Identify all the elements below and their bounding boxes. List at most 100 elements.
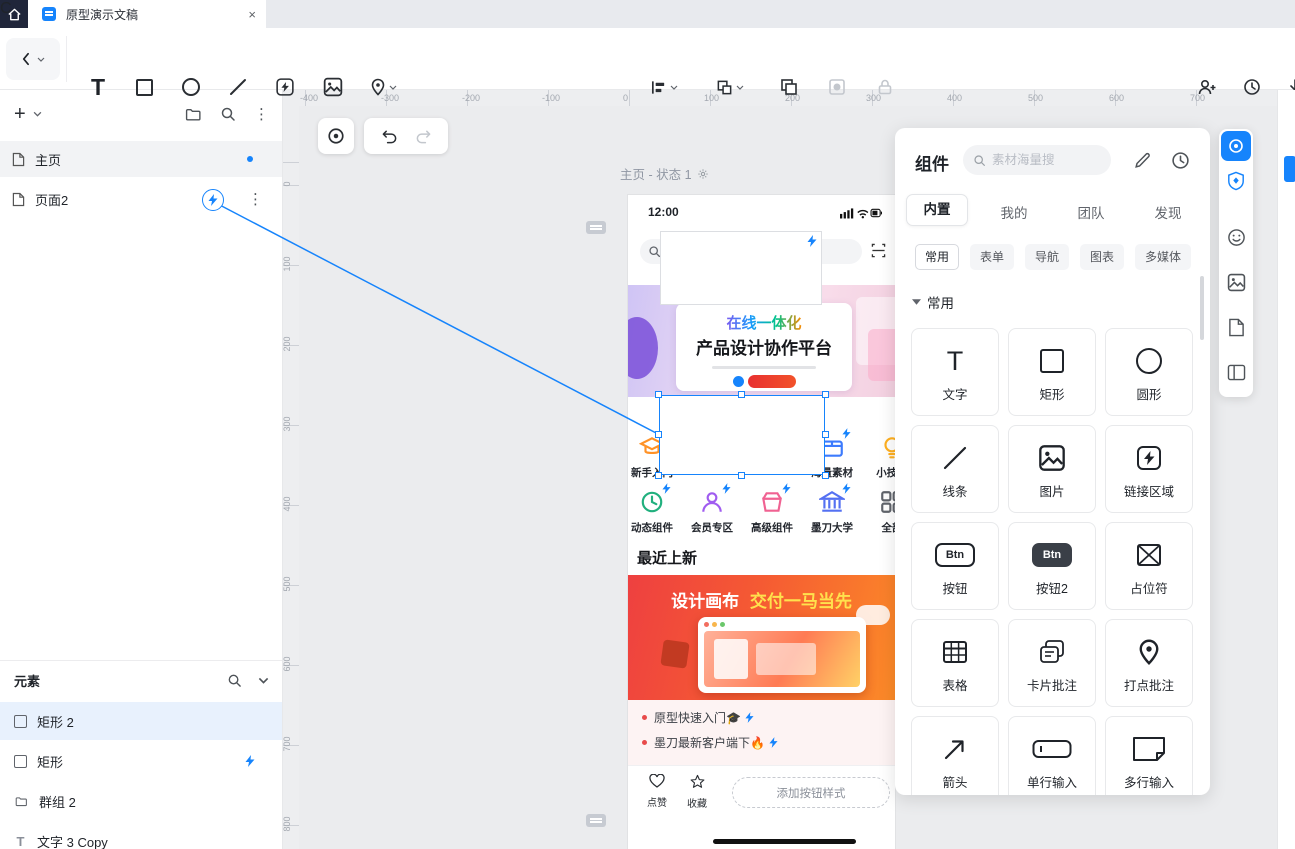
component-card-line[interactable]: 线条 [911, 425, 999, 513]
chip-common[interactable]: 常用 [915, 244, 960, 270]
components-search-input[interactable] [992, 153, 1092, 167]
lock-tool[interactable] [866, 68, 904, 106]
component-card-button2[interactable]: Btn 按钮2 [1008, 522, 1096, 610]
resize-handle-s[interactable] [738, 472, 745, 479]
component-card-card-note[interactable]: 卡片批注 [1008, 619, 1096, 707]
phone-app-item[interactable]: 全部 [864, 487, 895, 535]
kebab-menu-icon[interactable]: ⋮ [254, 105, 269, 123]
component-card-pin-note[interactable]: 打点批注 [1105, 619, 1193, 707]
history-icon[interactable] [1171, 151, 1190, 170]
search-icon[interactable] [227, 673, 242, 688]
chip-media[interactable]: 多媒体 [1135, 244, 1192, 270]
component-card-rectangle[interactable]: 矩形 [1008, 328, 1096, 416]
tab-discover[interactable]: 发现 [1137, 202, 1199, 222]
folder-icon[interactable] [185, 106, 202, 123]
tab-builtin[interactable]: 内置 [906, 194, 968, 226]
favorite-button[interactable]: 收藏 [680, 774, 714, 810]
chevron-down-icon[interactable] [33, 111, 42, 117]
resize-handle-se[interactable] [822, 472, 829, 479]
rectangle-tool[interactable] [126, 68, 162, 106]
components-search[interactable] [963, 145, 1111, 175]
undo-icon[interactable] [381, 128, 398, 145]
component-card-link-area[interactable]: 链接区域 [1105, 425, 1193, 513]
phone-app-item[interactable]: 会员专区 [684, 483, 740, 535]
canvas-comment-marker[interactable] [586, 221, 606, 234]
lightning-badge-icon [245, 755, 255, 767]
section-header-common[interactable]: 常用 [912, 292, 954, 312]
chevron-down-icon[interactable] [258, 677, 269, 684]
chip-form[interactable]: 表单 [970, 244, 1015, 270]
phone-app-item[interactable]: 高级组件 [744, 483, 800, 535]
component-card-button[interactable]: Btn 按钮 [911, 522, 999, 610]
document-tab[interactable]: 原型演示文稿 × [28, 0, 266, 28]
link-area-tool[interactable] [267, 68, 303, 106]
annotation-pin-tool[interactable] [360, 68, 406, 106]
components-strip-button[interactable] [1221, 131, 1251, 161]
interaction-source-icon[interactable] [202, 189, 224, 211]
image-tool[interactable] [315, 68, 351, 106]
chip-chart[interactable]: 图表 [1080, 244, 1125, 270]
promo-banner[interactable]: 设计画布 交付一马当先 [628, 575, 895, 700]
mask-tool[interactable] [818, 68, 856, 106]
phone-app-item[interactable]: 墨刀大学 [804, 483, 860, 535]
focus-target-button[interactable] [318, 118, 354, 154]
resize-handle-n[interactable] [738, 391, 745, 398]
tab-team[interactable]: 团队 [1060, 202, 1122, 222]
resize-handle-ne[interactable] [822, 391, 829, 398]
emoji-strip-button[interactable] [1226, 227, 1246, 247]
resize-handle-sw[interactable] [655, 472, 662, 479]
element-item-text3copy[interactable]: T 文字 3 Copy [0, 822, 282, 849]
panel-scrollbar[interactable] [1200, 276, 1204, 340]
news-item[interactable]: 原型快速入门🎓 [642, 709, 895, 726]
align-tool[interactable] [640, 68, 688, 106]
element-item-group2[interactable]: 群组 2 [0, 782, 282, 820]
image-strip-button[interactable] [1226, 272, 1246, 292]
close-tab-icon[interactable]: × [248, 7, 256, 22]
search-icon[interactable] [220, 106, 236, 122]
tab-mine[interactable]: 我的 [983, 202, 1045, 222]
phone-app-item[interactable]: 小技巧 [864, 432, 895, 480]
text-tool[interactable]: T [80, 68, 116, 106]
phone-app-item[interactable]: 动态组件 [628, 483, 680, 535]
artboard-header[interactable]: 主页 - 状态 1 [620, 164, 709, 183]
scan-icon[interactable] [871, 243, 886, 258]
resize-handle-nw[interactable] [655, 391, 662, 398]
file-strip-button[interactable] [1226, 317, 1246, 337]
component-card-table[interactable]: 表格 [911, 619, 999, 707]
like-button[interactable]: 点赞 [640, 773, 674, 809]
page-item-home[interactable]: 主页 [0, 141, 282, 177]
canvas-comment-marker[interactable] [586, 814, 606, 827]
line-tool[interactable] [220, 68, 256, 106]
redo-icon[interactable] [415, 128, 432, 145]
add-page-button[interactable]: + [14, 103, 26, 126]
invite-button[interactable] [1188, 68, 1226, 106]
history-button[interactable] [1233, 68, 1271, 106]
circle-tool[interactable] [173, 68, 209, 106]
component-card-multi-input[interactable]: 多行输入 [1105, 716, 1193, 795]
add-button-style-button[interactable]: 添加按钮样式 [732, 777, 890, 808]
resize-handle-w[interactable] [655, 431, 662, 438]
group-tool[interactable] [770, 68, 808, 106]
back-navigation[interactable] [6, 38, 60, 80]
canvas-rectangle-element[interactable] [660, 231, 822, 305]
kebab-menu-icon[interactable]: ⋮ [248, 190, 263, 208]
pencil-icon[interactable] [1133, 151, 1152, 170]
resize-handle-e[interactable] [822, 431, 829, 438]
component-card-image[interactable]: 图片 [1008, 425, 1096, 513]
assets-shield-button[interactable] [1226, 171, 1246, 191]
component-card-text[interactable]: T 文字 [911, 328, 999, 416]
component-card-circle[interactable]: 圆形 [1105, 328, 1193, 416]
component-card-placeholder[interactable]: 占位符 [1105, 522, 1193, 610]
layout-strip-button[interactable] [1226, 362, 1246, 382]
layer-order-tool[interactable] [706, 68, 754, 106]
refresh-icon[interactable]: C [0, 0, 12, 18]
component-card-arrow[interactable]: 箭头 [911, 716, 999, 795]
component-card-single-input[interactable]: 单行输入 [1008, 716, 1096, 795]
news-item[interactable]: 墨刀最新客户端下🔥 [642, 734, 895, 751]
gear-icon[interactable] [697, 168, 709, 180]
element-item-rect2[interactable]: 矩形 2 [0, 702, 282, 740]
chip-nav[interactable]: 导航 [1025, 244, 1070, 270]
element-item-rect[interactable]: 矩形 [0, 742, 282, 780]
selected-rectangle[interactable] [655, 391, 829, 479]
page-item-page2[interactable]: 页面2 ⋮ [0, 181, 282, 217]
